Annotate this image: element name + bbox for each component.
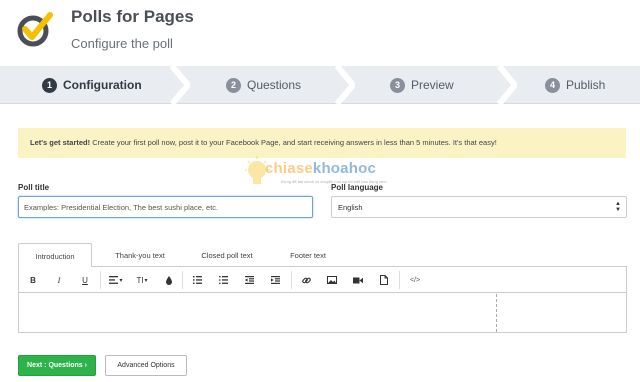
step-number: 2 [226, 77, 241, 93]
app-header: Polls for Pages Configure the poll [0, 0, 640, 66]
advanced-options-button[interactable]: Advanced Options [105, 355, 187, 376]
select-updown-icon: ▲ ▼ [615, 201, 621, 213]
poll-title-input[interactable]: Examples: Presidential Election, The bes… [18, 196, 313, 218]
chevron-down-icon: ▾ [144, 277, 148, 284]
watermark-text: chiasekhoahoc [265, 160, 376, 177]
step-number: 4 [545, 77, 560, 93]
align-left-icon [109, 276, 119, 284]
rich-text-editor: B I U ▾ TI ▾ </> [18, 267, 627, 333]
video-camera-icon [353, 277, 363, 283]
align-dropdown-button[interactable]: ▾ [105, 267, 127, 293]
watermark-part1: chiase [265, 160, 313, 177]
tab-thank-you-text[interactable]: Thank-you text [98, 243, 182, 267]
insert-file-button[interactable] [376, 267, 392, 293]
text-size-icon: TI [136, 275, 144, 285]
poll-title-label: Poll title [18, 183, 50, 192]
editor-toolbar: B I U ▾ TI ▾ </> [19, 267, 626, 293]
ordered-list-button[interactable] [189, 267, 205, 293]
image-icon [327, 276, 337, 284]
chevron-right-icon [335, 66, 355, 104]
toolbar-divider [182, 271, 183, 289]
toolbar-divider [399, 271, 400, 289]
bullet-list-button[interactable] [215, 267, 231, 293]
step-configuration[interactable]: 1 Configuration [42, 66, 142, 104]
app-title: Polls for Pages [71, 7, 194, 26]
bold-button[interactable]: B [25, 267, 41, 293]
indent-button[interactable] [267, 267, 283, 293]
watermark-part2: khoahoc [312, 160, 376, 177]
page-subtitle: Configure the poll [71, 36, 173, 51]
code-view-button[interactable]: </> [405, 267, 425, 293]
step-label: Configuration [63, 78, 142, 92]
chevron-right-icon [170, 66, 190, 104]
italic-button[interactable]: I [51, 267, 67, 293]
text-color-button[interactable] [162, 267, 176, 293]
poll-check-logo-icon [17, 12, 53, 47]
poll-language-label: Poll language [331, 183, 384, 192]
chevron-down-icon: ▾ [119, 277, 123, 284]
banner-text: Create your first poll now, post it to y… [90, 138, 497, 147]
indent-icon [270, 276, 280, 284]
step-preview[interactable]: 3 Preview [390, 66, 454, 104]
step-number: 3 [390, 77, 405, 93]
ordered-list-icon [192, 276, 202, 284]
bullet-list-icon [218, 276, 228, 284]
underline-button[interactable]: U [77, 267, 93, 293]
step-label: Publish [566, 78, 606, 92]
step-label: Preview [411, 78, 454, 92]
wizard-steps: 1 Configuration 2 Questions 3 Preview 4 … [0, 66, 640, 104]
text-tabs: Introduction Thank-you text Closed poll … [18, 243, 627, 268]
link-icon [301, 277, 311, 283]
poll-language-select[interactable]: English ▲ ▼ [331, 196, 627, 218]
outdent-icon [244, 276, 254, 284]
step-number: 1 [42, 77, 57, 93]
toolbar-divider [291, 271, 292, 289]
insert-video-button[interactable] [350, 267, 366, 293]
insert-link-button[interactable] [298, 267, 314, 293]
file-icon [380, 275, 388, 285]
droplet-icon [166, 275, 172, 285]
tab-footer-text[interactable]: Footer text [268, 243, 348, 267]
insert-image-button[interactable] [324, 267, 340, 293]
next-questions-button[interactable]: Next : Questions › [18, 355, 96, 376]
tab-introduction[interactable]: Introduction [18, 243, 92, 268]
step-questions[interactable]: 2 Questions [226, 66, 301, 104]
text-size-dropdown-button[interactable]: TI ▾ [131, 267, 153, 293]
chevron-right-icon [497, 66, 517, 104]
banner-heading: Let's get started! [30, 138, 91, 147]
editor-resize-guide [496, 294, 497, 332]
step-label: Questions [247, 78, 302, 92]
toolbar-divider [100, 271, 101, 289]
step-publish[interactable]: 4 Publish [545, 66, 605, 104]
outdent-button[interactable] [241, 267, 257, 293]
tab-closed-poll-text[interactable]: Closed poll text [180, 243, 274, 267]
poll-language-value: English [338, 203, 363, 212]
